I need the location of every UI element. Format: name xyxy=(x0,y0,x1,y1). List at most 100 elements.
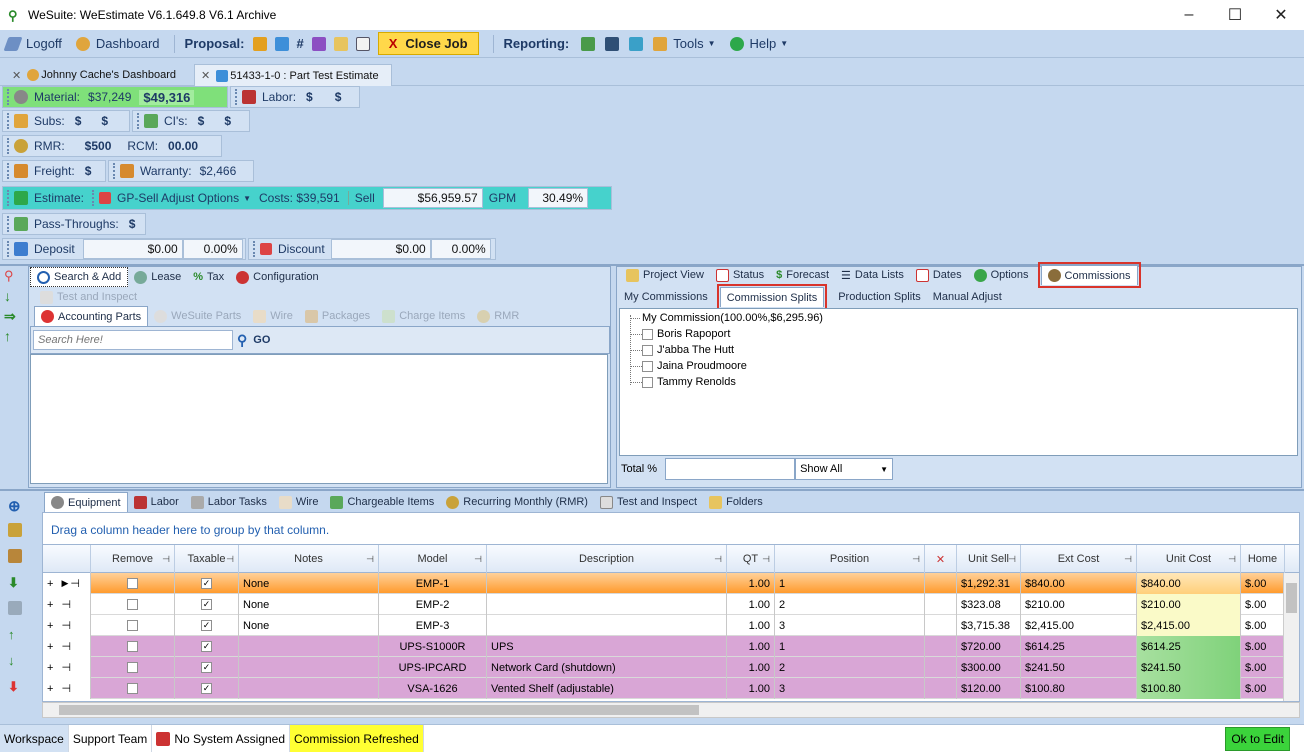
ext-cost-cell[interactable]: $100.80 xyxy=(1021,678,1137,699)
remove-checkbox-cell[interactable] xyxy=(91,615,175,636)
position-cell[interactable]: 1 xyxy=(775,573,925,594)
qt-cell[interactable]: 1.00 xyxy=(727,636,775,657)
freight-block[interactable]: Freight: $ xyxy=(2,160,106,182)
right-arrow-icon[interactable]: ⇒ xyxy=(4,308,26,328)
ext-cost-cell[interactable]: $241.50 xyxy=(1021,657,1137,678)
tab-wire[interactable]: Wire xyxy=(247,306,299,326)
expand-row-icon[interactable]: + xyxy=(47,683,53,695)
description-cell[interactable] xyxy=(487,594,727,615)
column-header-remove[interactable]: Remove ⊣ xyxy=(91,545,175,573)
cis-block[interactable]: CI's: $ $ xyxy=(132,110,250,132)
column-header-unit-cost[interactable]: Unit Cost ⊣ xyxy=(1137,545,1241,573)
row-indicator[interactable]: + ⊣ xyxy=(43,594,91,615)
ext-cost-cell[interactable]: $614.25 xyxy=(1021,636,1137,657)
tools-cell[interactable] xyxy=(925,678,957,699)
subs-block[interactable]: Subs: $ $ xyxy=(2,110,130,132)
tree-checkbox[interactable] xyxy=(642,328,653,340)
unit-cost-cell[interactable]: $241.50 xyxy=(1137,657,1241,678)
row-checkbox[interactable] xyxy=(127,599,138,610)
home-cell[interactable]: $.00 xyxy=(1241,636,1285,657)
tab-configuration[interactable]: Configuration xyxy=(230,267,324,287)
warranty-block[interactable]: Warranty: $2,466 xyxy=(108,160,254,182)
row-checkbox[interactable]: ✓ xyxy=(201,599,212,610)
qt-cell[interactable]: 1.00 xyxy=(727,594,775,615)
notes-cell[interactable] xyxy=(239,657,379,678)
gpm-field[interactable]: 30.49% xyxy=(528,188,589,208)
row-indicator[interactable]: + ▶ ⊣ xyxy=(43,573,91,594)
tab-accounting-parts[interactable]: Accounting Parts xyxy=(34,306,149,326)
table-row[interactable]: + ⊣ ✓ None EMP-2 1.00 2 $323.08 $210.00 $210.00 $.… xyxy=(43,594,1299,615)
tab-options[interactable]: Options xyxy=(968,265,1035,285)
position-cell[interactable]: 2 xyxy=(775,594,925,615)
close-tab-icon[interactable]: ✕ xyxy=(201,69,210,82)
tab-lease[interactable]: Lease xyxy=(128,267,187,287)
maximize-button[interactable]: ☐ xyxy=(1212,0,1258,30)
model-cell[interactable]: UPS-S1000R xyxy=(379,636,487,657)
tools-cell[interactable] xyxy=(925,594,957,615)
proposal-clipboard-icon[interactable] xyxy=(333,36,348,51)
tree-root[interactable]: My Commission(100.00%,$6,295.96) xyxy=(630,312,823,324)
tools-cell[interactable] xyxy=(925,573,957,594)
unit-cost-cell[interactable]: $210.00 xyxy=(1137,594,1241,615)
qt-cell[interactable]: 1.00 xyxy=(727,678,775,699)
expand-row-icon[interactable]: + xyxy=(47,578,53,590)
doc-tab-dashboard[interactable]: ✕ Johnny Cache's Dashboard xyxy=(6,64,194,86)
subtab-production-splits[interactable]: Production Splits xyxy=(832,287,927,307)
table-row[interactable]: + ⊣ ✓ VSA-1626 Vented Shelf (adjustable) 1.00… xyxy=(43,678,1299,699)
row-checkbox[interactable]: ✓ xyxy=(201,620,212,631)
remove-checkbox-cell[interactable] xyxy=(91,594,175,615)
remove-checkbox-cell[interactable] xyxy=(91,636,175,657)
move-up-icon[interactable]: ↑ xyxy=(8,627,34,653)
tab-recurring-monthly[interactable]: Recurring Monthly (RMR) xyxy=(440,492,594,512)
move-down-icon[interactable]: ↓ xyxy=(8,653,34,679)
tab-dates[interactable]: Dates xyxy=(910,265,968,285)
home-cell[interactable]: $.00 xyxy=(1241,594,1285,615)
unit-sell-cell[interactable]: $300.00 xyxy=(957,657,1021,678)
notes-cell[interactable] xyxy=(239,636,379,657)
report-globe-icon[interactable] xyxy=(629,36,644,51)
tab-tax[interactable]: % Tax xyxy=(187,267,230,287)
tab-folders[interactable]: Folders xyxy=(703,492,769,512)
unit-cost-cell[interactable]: $840.00 xyxy=(1137,573,1241,594)
expand-row-icon[interactable]: + xyxy=(47,599,53,611)
home-cell[interactable]: $.00 xyxy=(1241,615,1285,636)
row-checkbox[interactable] xyxy=(127,641,138,652)
package-refresh-icon[interactable] xyxy=(8,549,34,575)
unit-sell-cell[interactable]: $120.00 xyxy=(957,678,1021,699)
position-cell[interactable]: 3 xyxy=(775,678,925,699)
tree-item[interactable]: J'abba The Hutt xyxy=(630,344,734,356)
description-cell[interactable]: Vented Shelf (adjustable) xyxy=(487,678,727,699)
subtab-my-commissions[interactable]: My Commissions xyxy=(618,287,714,307)
close-job-button[interactable]: X Close Job xyxy=(377,32,479,55)
scrollbar-thumb[interactable] xyxy=(59,705,699,715)
tab-packages[interactable]: Packages xyxy=(299,306,376,326)
tab-test-inspect[interactable]: Test and Inspect xyxy=(34,287,143,307)
grid-vertical-scrollbar[interactable] xyxy=(1283,573,1299,701)
unit-cost-cell[interactable]: $614.25 xyxy=(1137,636,1241,657)
tab-wire-grid[interactable]: Wire xyxy=(273,492,325,512)
dashboard-button[interactable]: Dashboard xyxy=(75,36,160,51)
deposit-amount-field[interactable]: $0.00 xyxy=(82,239,183,259)
ext-cost-cell[interactable]: $840.00 xyxy=(1021,573,1137,594)
row-checkbox[interactable] xyxy=(127,620,138,631)
tab-project-view[interactable]: Project View xyxy=(620,265,710,285)
total-percent-input[interactable] xyxy=(665,458,796,480)
row-indicator[interactable]: + ⊣ xyxy=(43,636,91,657)
expand-row-icon[interactable]: + xyxy=(47,641,53,653)
taxable-checkbox-cell[interactable]: ✓ xyxy=(175,615,239,636)
row-indicator[interactable]: + ⊣ xyxy=(43,657,91,678)
search-icon[interactable]: ⚲ xyxy=(237,332,247,349)
row-checkbox[interactable] xyxy=(127,578,138,589)
report-chart-icon[interactable] xyxy=(581,36,596,51)
discount-percent-field[interactable]: 0.00% xyxy=(430,239,491,259)
copy-icon[interactable] xyxy=(8,601,34,627)
description-cell[interactable] xyxy=(487,615,727,636)
tree-checkbox[interactable] xyxy=(642,344,653,356)
proposal-people-icon[interactable] xyxy=(252,36,267,51)
help-menu[interactable]: Help ▼ xyxy=(729,36,788,51)
tools-menu[interactable]: Tools ▼ xyxy=(653,36,716,51)
pin-icon[interactable]: ⊣ xyxy=(70,577,80,590)
system-item[interactable]: No System Assigned xyxy=(152,724,291,752)
column-header-qt[interactable]: QT ⊣ xyxy=(727,545,775,573)
table-row[interactable]: + ⊣ ✓ None EMP-3 1.00 3 $3,715.38 $2,415.00 $2,41… xyxy=(43,615,1299,636)
